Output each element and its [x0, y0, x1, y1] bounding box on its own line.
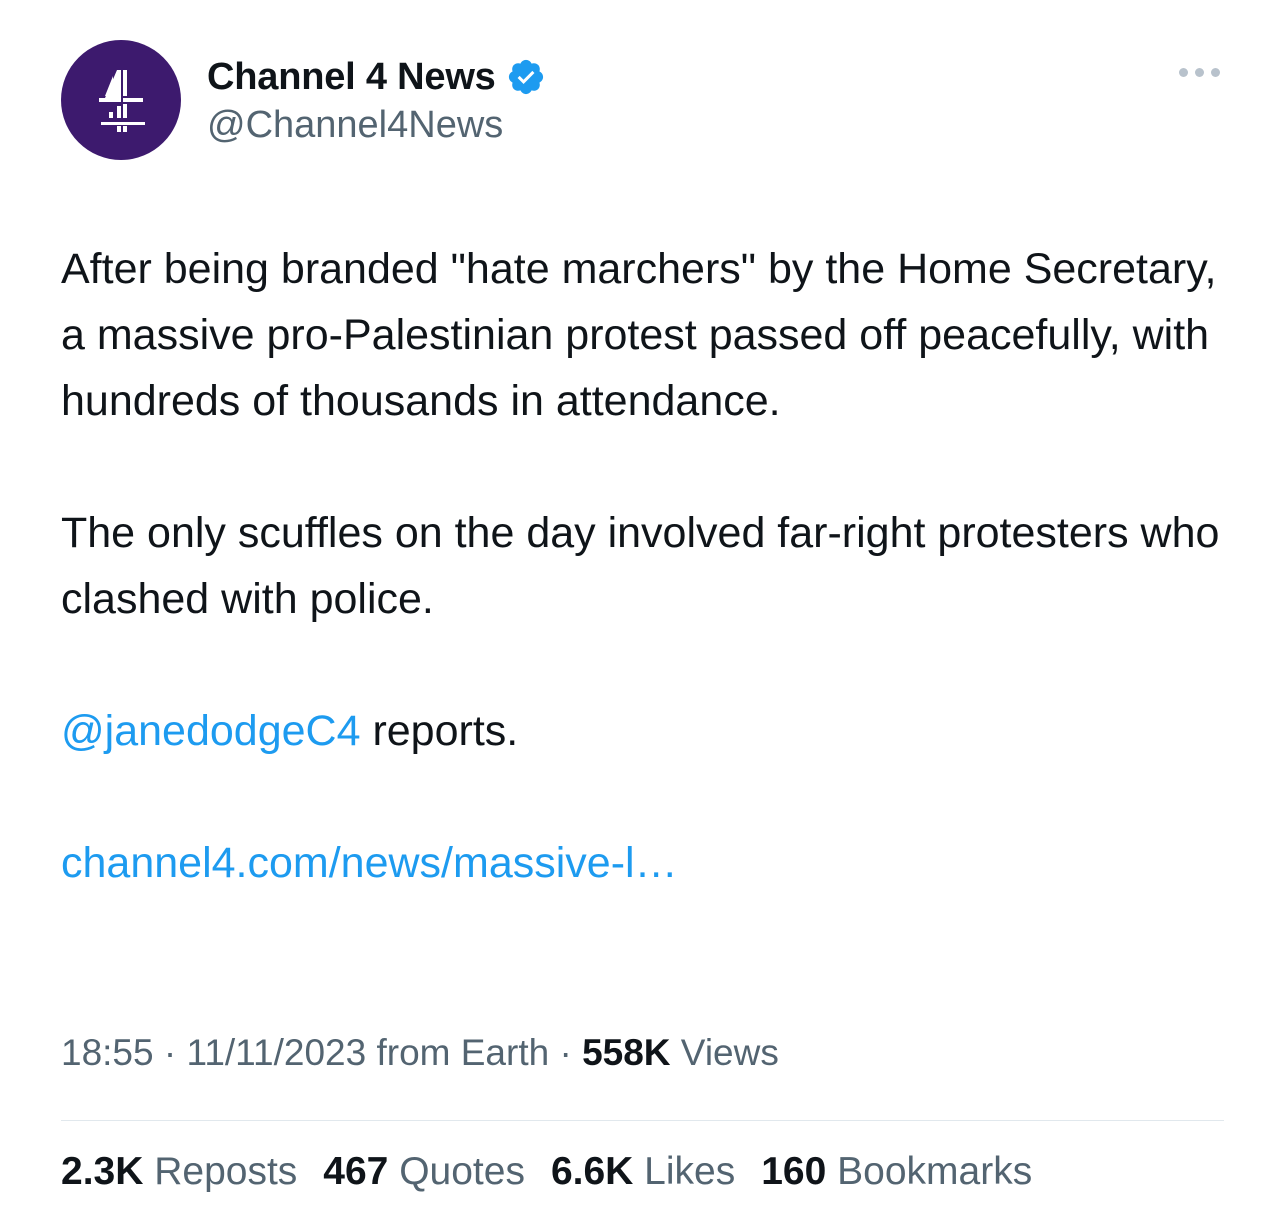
- more-dot: [1211, 68, 1220, 77]
- bookmarks-label: Bookmarks: [826, 1150, 1033, 1193]
- views-count[interactable]: 558K: [582, 1032, 670, 1073]
- likes-label: Likes: [633, 1150, 736, 1193]
- likes-count: 6.6K: [550, 1150, 634, 1193]
- quotes-count: 467: [323, 1150, 389, 1193]
- tweet-date[interactable]: 11/11/2023: [186, 1032, 366, 1073]
- quotes-label: Quotes: [388, 1150, 525, 1193]
- divider: [61, 1120, 1224, 1121]
- account-names: Channel 4 News @Channel4News: [207, 52, 546, 147]
- views-label: Views: [670, 1032, 779, 1073]
- reposts-label: Reposts: [143, 1150, 298, 1193]
- tweet: Channel 4 News @Channel4News After being…: [0, 0, 1284, 1227]
- tweet-url-line: channel4.com/news/massive-l…: [61, 830, 1231, 896]
- tweet-source: from Earth: [366, 1032, 550, 1073]
- tweet-time[interactable]: 18:55: [61, 1032, 154, 1073]
- more-dot: [1179, 68, 1188, 77]
- channel4-logo-icon: [99, 70, 145, 132]
- url-link[interactable]: channel4.com/news/massive-l…: [61, 839, 678, 887]
- meta-separator: ·: [153, 1032, 187, 1073]
- quotes-stat[interactable]: 467 Quotes: [323, 1150, 525, 1194]
- tweet-text: After being branded "hate marchers" by t…: [61, 236, 1231, 896]
- more-dot: [1195, 68, 1204, 77]
- avatar[interactable]: [61, 40, 181, 160]
- likes-stat[interactable]: 6.6K Likes: [551, 1150, 735, 1194]
- tweet-paragraph-1: After being branded "hate marchers" by t…: [61, 245, 1217, 425]
- tweet-stats: 2.3K Reposts 467 Quotes 6.6K Likes 160 B…: [61, 1150, 1032, 1194]
- reposts-stat[interactable]: 2.3K Reposts: [61, 1150, 297, 1194]
- reposts-count: 2.3K: [61, 1150, 144, 1193]
- more-dots-icon[interactable]: [1179, 68, 1220, 77]
- tweet-meta: 18:55 · 11/11/2023 from Earth · 558K Vie…: [61, 1032, 779, 1074]
- handle[interactable]: @Channel4News: [207, 104, 546, 147]
- display-name-row: Channel 4 News: [207, 52, 546, 102]
- tweet-mention-line: @janedodgeC4 reports.: [61, 698, 1231, 764]
- mention-link[interactable]: @janedodgeC4: [61, 707, 361, 755]
- mention-suffix: reports.: [360, 707, 519, 755]
- bookmarks-count: 160: [761, 1150, 827, 1193]
- bookmarks-stat[interactable]: 160 Bookmarks: [761, 1150, 1032, 1194]
- display-name[interactable]: Channel 4 News: [207, 56, 496, 99]
- meta-separator: ·: [549, 1032, 583, 1073]
- tweet-paragraph-2: The only scuffles on the day involved fa…: [61, 509, 1220, 623]
- verified-badge-icon[interactable]: [506, 57, 546, 97]
